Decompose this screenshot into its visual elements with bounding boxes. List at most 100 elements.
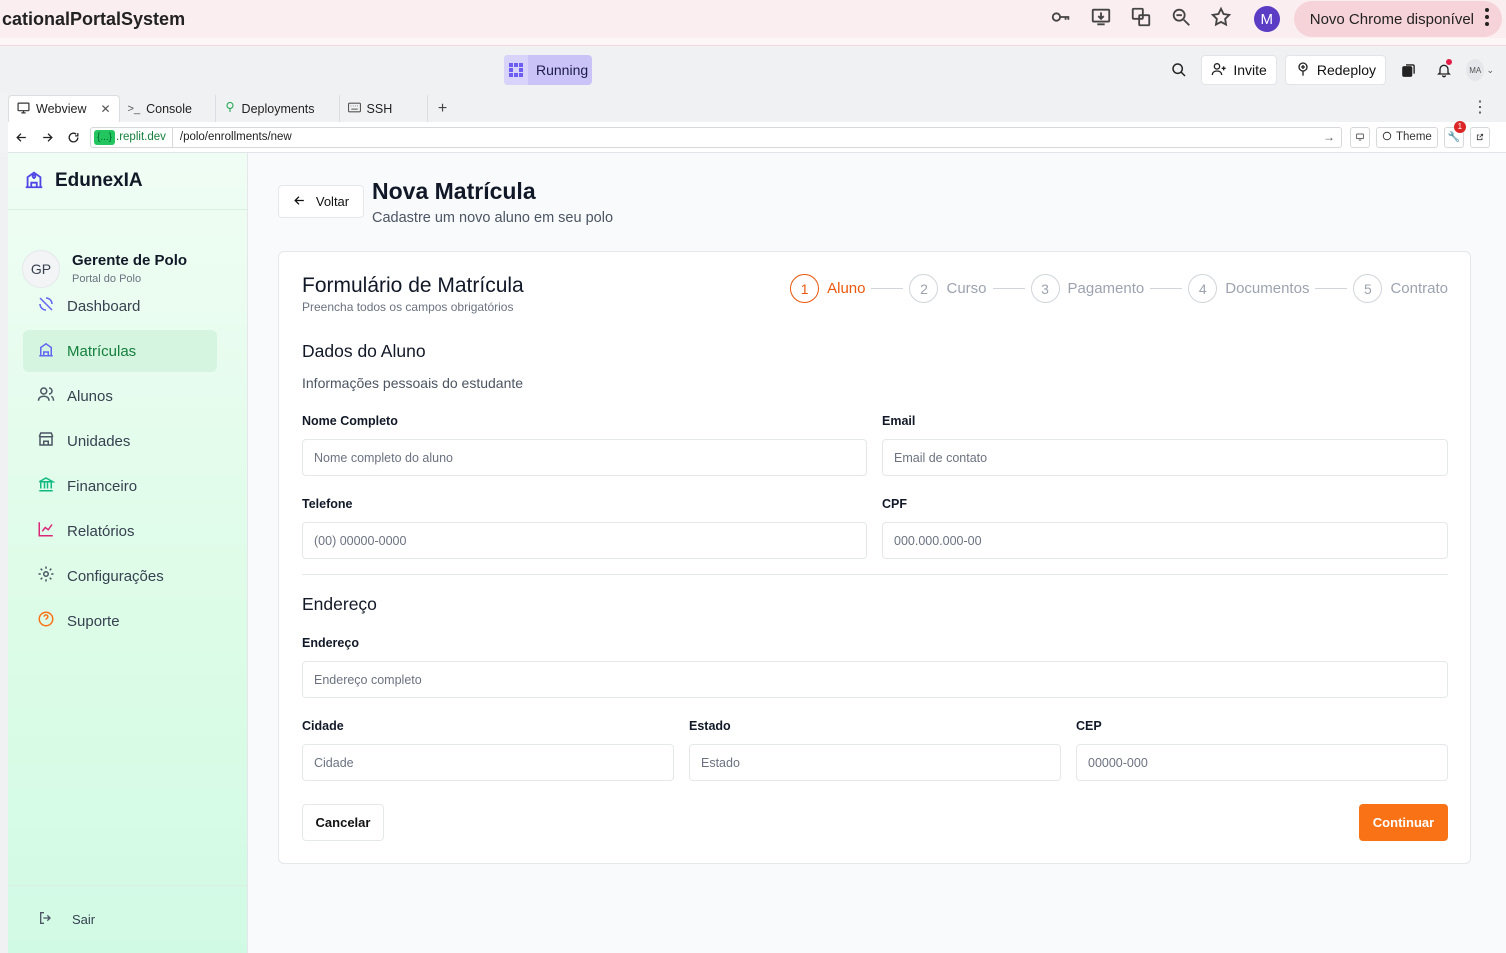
state-field[interactable] — [689, 744, 1061, 781]
wrench-button[interactable]: 🔧 1 — [1443, 120, 1466, 148]
step-contrato: 5 Contrato — [1353, 274, 1448, 303]
brand[interactable]: EdunexIA — [8, 153, 247, 210]
student-section-title: Dados do Aluno — [302, 341, 426, 361]
star-icon[interactable] — [1210, 6, 1232, 33]
step-connector — [1150, 288, 1183, 289]
address-label: Endereço — [302, 636, 359, 650]
phone-field[interactable] — [302, 522, 867, 559]
step-pagamento: 3 Pagamento — [1030, 274, 1145, 303]
go-arrow-icon[interactable]: → — [1323, 130, 1335, 144]
sidebar-item-configuracoes[interactable]: Configurações — [23, 555, 217, 597]
step-connector — [871, 288, 904, 289]
logout-button[interactable]: Sair — [8, 885, 247, 953]
deploy-icon — [224, 101, 236, 116]
zip-field[interactable] — [1076, 744, 1448, 781]
redeploy-label: Redeploy — [1316, 62, 1376, 78]
cpf-label: CPF — [882, 497, 907, 511]
sidebar-item-label: Relatórios — [67, 522, 135, 540]
account-menu[interactable]: MA ⌄ — [1466, 55, 1494, 85]
copy-icon[interactable] — [1394, 55, 1422, 85]
tab-label: Webview — [36, 102, 87, 116]
invite-button[interactable]: Invite — [1201, 55, 1277, 85]
url-domain-badge: {...} — [94, 129, 116, 145]
translate-icon[interactable] — [1130, 6, 1152, 33]
tab-deployments[interactable]: Deployments — [216, 95, 340, 122]
email-field[interactable] — [882, 439, 1448, 476]
tab-ssh[interactable]: SSH — [340, 95, 428, 122]
add-user-icon — [1211, 61, 1227, 80]
devtools-button[interactable] — [1350, 126, 1370, 148]
phone-label: Telefone — [302, 497, 353, 511]
bell-icon[interactable] — [1430, 55, 1458, 85]
notification-count: 1 — [1453, 120, 1466, 133]
url-domain-text: .replit.dev — [116, 131, 166, 143]
page-header: Voltar Nova Matrícula Cadastre um novo a… — [278, 178, 613, 226]
search-icon[interactable] — [1165, 55, 1193, 85]
user-role: Portal do Polo — [72, 273, 142, 285]
browser-page-title: cationalPortalSystem — [2, 8, 186, 29]
users-icon — [37, 385, 55, 407]
webview-url-bar: {...} .replit.dev /polo/enrollments/new … — [8, 120, 1506, 153]
deploy-icon — [1295, 61, 1311, 80]
sidebar-item-dashboard[interactable]: Dashboard — [23, 285, 217, 327]
tab-label: Console — [146, 101, 192, 116]
back-button[interactable]: Voltar — [278, 185, 364, 218]
sidebar-item-label: Dashboard — [67, 297, 141, 315]
address-section-title: Endereço — [302, 594, 377, 614]
name-field[interactable] — [302, 439, 867, 476]
address-field[interactable] — [302, 661, 1448, 698]
sidebar-item-financeiro[interactable]: Financeiro — [23, 465, 217, 507]
redeploy-button[interactable]: Redeploy — [1284, 55, 1386, 85]
sidebar-item-unidades[interactable]: Unidades — [23, 420, 217, 462]
sidebar-item-relatorios[interactable]: Relatórios — [23, 510, 217, 552]
sidebar-item-label: Matrículas — [67, 342, 137, 360]
back-arrow-icon[interactable] — [8, 124, 34, 150]
forward-arrow-icon[interactable] — [34, 124, 60, 150]
more-vert-icon — [1484, 7, 1490, 31]
update-label: Novo Chrome disponível — [1309, 10, 1474, 28]
theme-button[interactable]: Theme — [1376, 126, 1438, 148]
step-label: Pagamento — [1067, 280, 1145, 297]
step-number: 3 — [1030, 274, 1060, 303]
reload-icon[interactable] — [60, 124, 86, 150]
stepper: 1 Aluno 2 Curso 3 Pagamento 4 Documentos — [790, 274, 1448, 303]
sidebar-nav: Dashboard Matrículas Alunos Unidades Fin… — [23, 285, 217, 645]
browser-title-bar: cationalPortalSystem M Novo Chrome dispo… — [0, 0, 1506, 38]
form-subtitle: Preencha todos os campos obrigatórios — [302, 300, 514, 314]
more-vert-icon[interactable]: ⋮ — [1472, 97, 1488, 117]
gear-icon — [37, 565, 55, 587]
close-icon[interactable]: ✕ — [100, 102, 110, 116]
tab-label: SSH — [366, 101, 393, 116]
zip-label: CEP — [1076, 719, 1102, 733]
monitor-icon — [17, 102, 30, 117]
brand-name: EdunexIA — [55, 170, 143, 191]
arrow-left-icon — [293, 194, 306, 210]
step-label: Curso — [946, 280, 987, 297]
key-icon[interactable] — [1050, 6, 1072, 33]
tab-webview[interactable]: Webview ✕ — [8, 95, 120, 122]
step-connector — [1315, 288, 1348, 289]
run-status-label: Running — [536, 62, 589, 78]
continue-button[interactable]: Continuar — [1359, 804, 1448, 841]
invite-label: Invite — [1233, 62, 1267, 78]
cancel-button[interactable]: Cancelar — [302, 804, 384, 841]
chevron-down-icon: ⌄ — [1486, 64, 1494, 75]
cpf-field[interactable] — [882, 522, 1448, 559]
sidebar-item-label: Financeiro — [67, 477, 138, 495]
url-input[interactable]: {...} .replit.dev /polo/enrollments/new … — [90, 126, 1342, 148]
tab-console[interactable]: >_ Console — [120, 95, 216, 122]
sidebar-item-label: Configurações — [67, 567, 164, 585]
new-tab-button[interactable]: + — [428, 95, 458, 122]
sidebar-item-suporte[interactable]: Suporte — [23, 600, 217, 642]
city-field[interactable] — [302, 744, 674, 781]
profile-avatar[interactable]: M — [1253, 6, 1280, 32]
chrome-update-button[interactable]: Novo Chrome disponível — [1293, 1, 1502, 37]
name-label: Nome Completo — [302, 414, 398, 428]
open-external-button[interactable] — [1469, 126, 1490, 148]
sidebar-item-matriculas[interactable]: Matrículas — [23, 330, 217, 372]
zoom-icon[interactable] — [1170, 6, 1192, 33]
back-label: Voltar — [315, 194, 350, 209]
sidebar-item-alunos[interactable]: Alunos — [23, 375, 217, 417]
install-icon[interactable] — [1090, 6, 1112, 33]
run-status-button[interactable]: Running — [504, 55, 592, 85]
